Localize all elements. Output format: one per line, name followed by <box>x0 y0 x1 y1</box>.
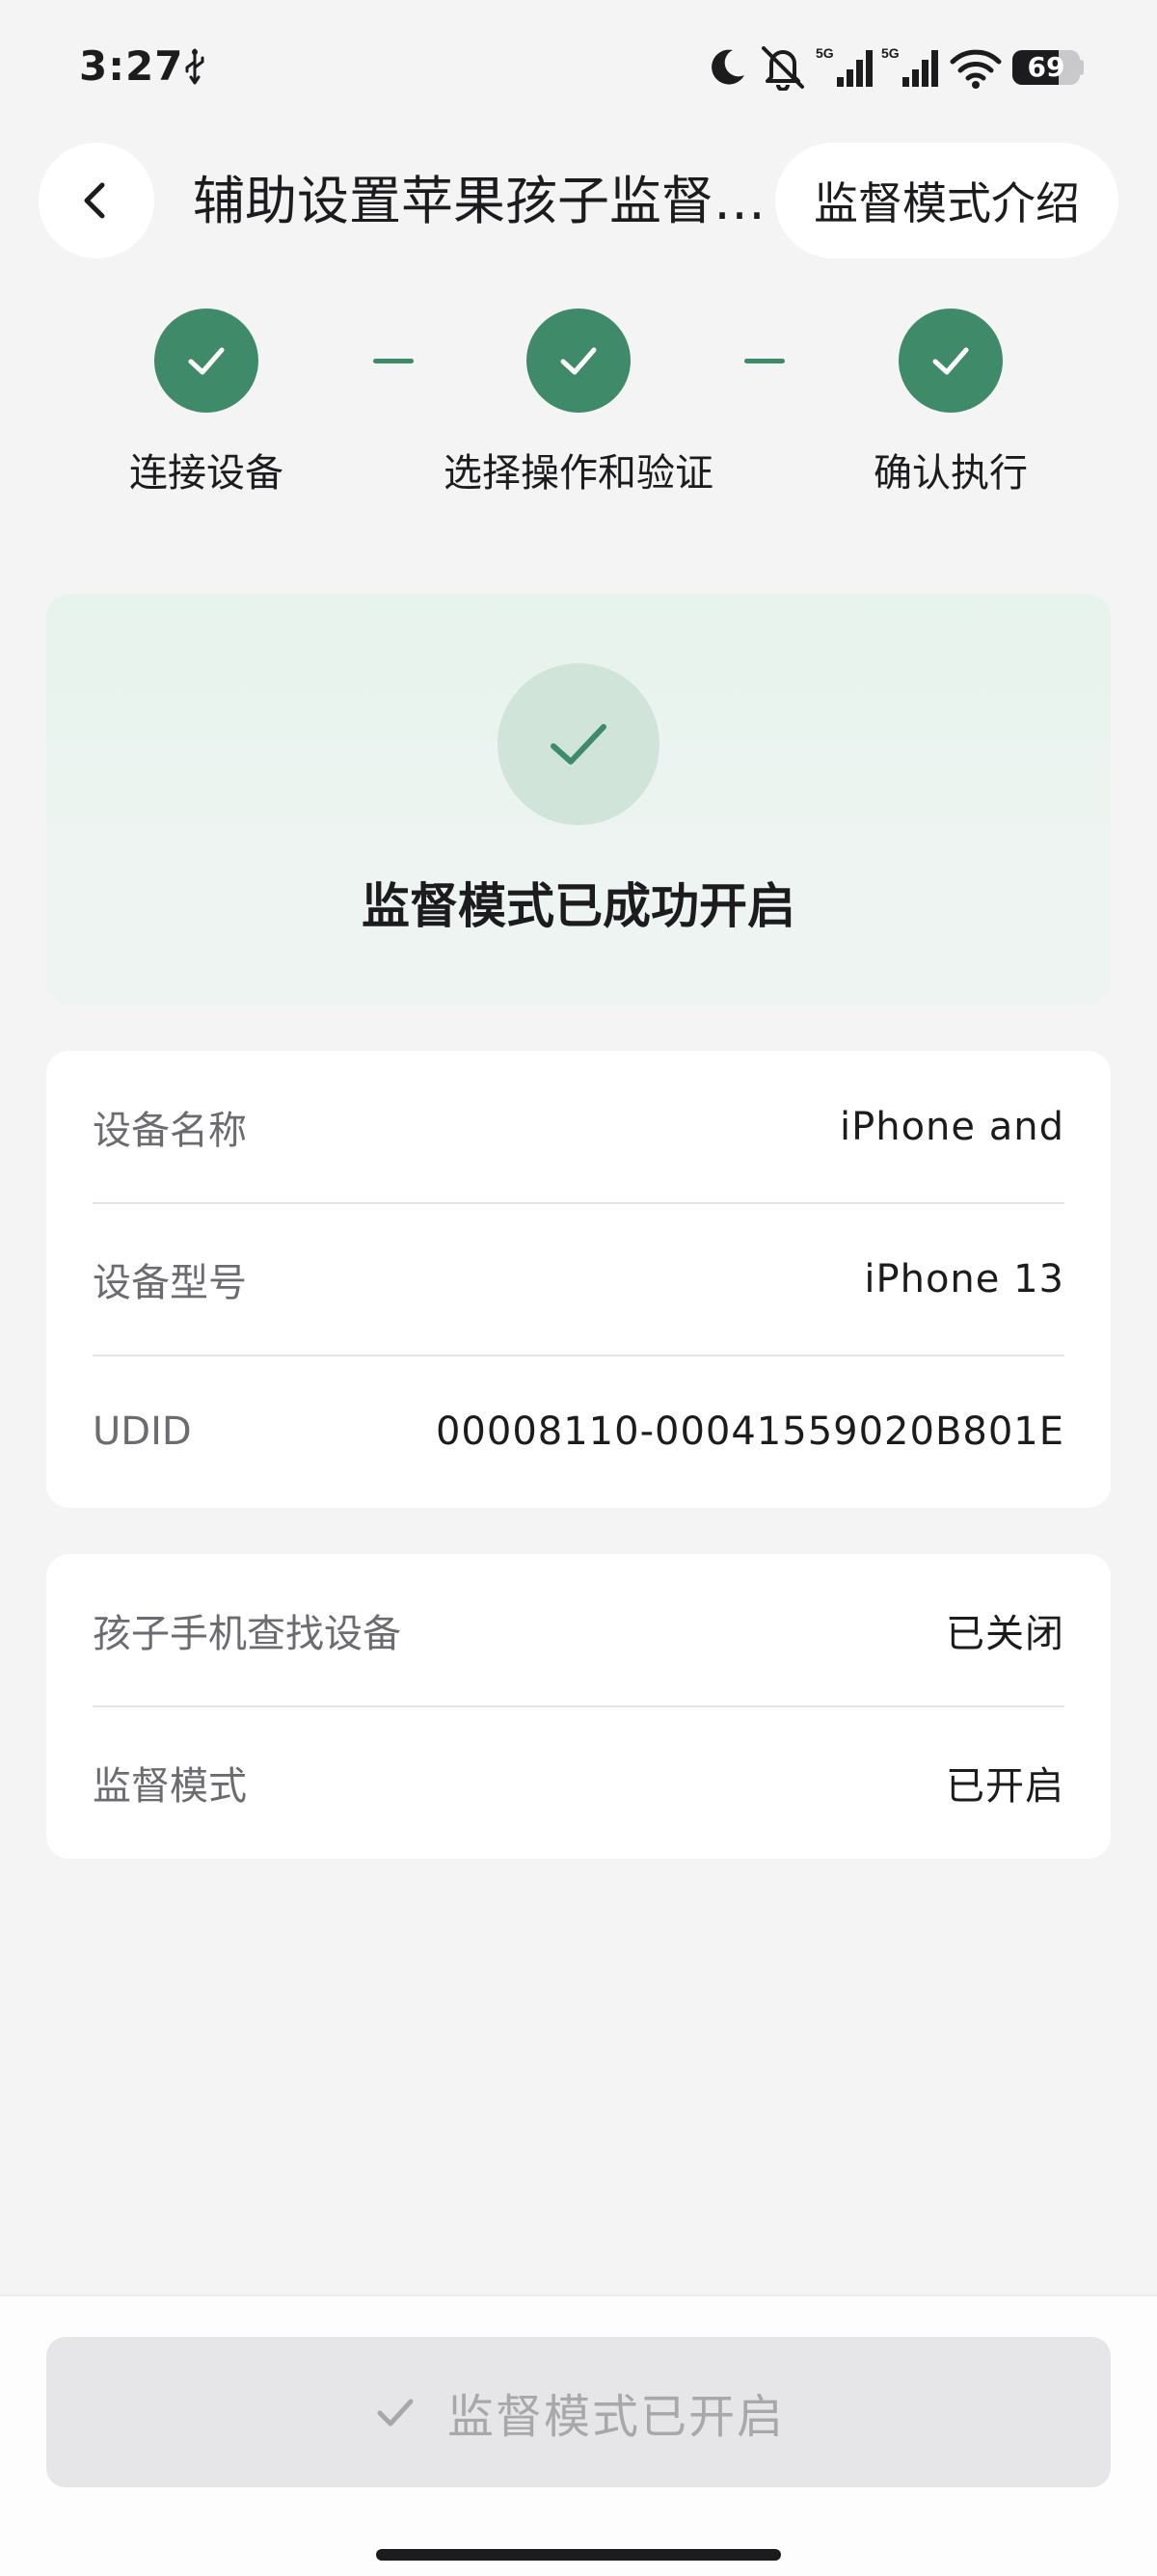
check-icon <box>932 347 969 375</box>
step-label: 选择操作和验证 <box>444 451 713 496</box>
info-value: iPhone 13 <box>864 1257 1064 1301</box>
check-icon <box>560 347 597 375</box>
moon-icon <box>712 49 744 85</box>
info-label: 设备型号 <box>93 1261 247 1305</box>
usb-icon <box>185 48 204 85</box>
back-button[interactable] <box>39 143 154 258</box>
step-select-verify: 选择操作和验证 <box>434 309 723 497</box>
step-connect-device: 连接设备 <box>62 309 351 497</box>
info-label: 监督模式 <box>93 1764 247 1809</box>
check-icon <box>377 2399 414 2427</box>
signal-badge-label: 5G <box>881 45 900 61</box>
battery-level: 69 <box>1027 51 1065 83</box>
info-label: 设备名称 <box>93 1109 247 1153</box>
signal-badge-label: 5G <box>816 45 834 61</box>
battery-tip <box>1078 60 1084 75</box>
signal-icon: 5G <box>881 45 938 87</box>
step-connector <box>744 359 785 363</box>
success-card: 监督模式已成功开启 <box>46 594 1111 1005</box>
check-icon <box>188 347 225 375</box>
step-complete-badge <box>526 309 631 413</box>
info-label: 孩子手机查找设备 <box>93 1612 401 1656</box>
chevron-left-icon <box>84 182 105 219</box>
info-row-supervision-mode: 监督模式 已开启 <box>93 1706 1064 1859</box>
device-info-card: 设备名称 iPhone and 设备型号 iPhone 13 UDID 0000… <box>46 1051 1111 1508</box>
info-label: UDID <box>93 1409 192 1454</box>
info-value: iPhone and <box>840 1105 1064 1149</box>
info-value: 已关闭 <box>946 1612 1064 1656</box>
status-time: 3:27 <box>79 42 184 90</box>
progress-stepper: 连接设备 选择操作和验证 确认执行 <box>0 309 1157 501</box>
step-complete-badge <box>154 309 258 413</box>
info-value: 已开启 <box>946 1764 1064 1809</box>
step-connector <box>373 359 414 363</box>
check-icon <box>551 724 606 765</box>
info-row-find-device: 孩子手机查找设备 已关闭 <box>93 1554 1064 1706</box>
step-label: 确认执行 <box>874 451 1028 496</box>
battery-icon: 69 <box>1012 50 1080 85</box>
supervision-intro-button[interactable]: 监督模式介绍 <box>775 143 1118 258</box>
status-info-card: 孩子手机查找设备 已关闭 监督模式 已开启 <box>46 1554 1111 1859</box>
page-title: 辅助设置苹果孩子监督模式 <box>193 171 771 231</box>
status-bar: 3:27 5G 5G 69 <box>0 0 1157 135</box>
wifi-icon <box>950 49 1002 89</box>
supervision-enabled-button[interactable]: 监督模式已开启 <box>46 2337 1111 2487</box>
step-confirm-execute: 确认执行 <box>806 309 1095 497</box>
bell-off-icon <box>762 46 804 91</box>
button-label: 监督模式已开启 <box>446 2390 785 2444</box>
step-complete-badge <box>899 309 1003 413</box>
home-indicator <box>376 2549 781 2561</box>
info-row-device-model: 设备型号 iPhone 13 <box>93 1203 1064 1355</box>
signal-icon: 5G <box>816 45 873 87</box>
info-value: 00008110-00041559020B801E <box>435 1409 1064 1454</box>
success-title: 监督模式已成功开启 <box>362 878 795 934</box>
success-badge <box>498 663 659 825</box>
info-row-device-name: 设备名称 iPhone and <box>93 1051 1064 1203</box>
step-label: 连接设备 <box>129 451 283 496</box>
bottom-action-bar: 监督模式已开启 <box>0 2294 1157 2576</box>
info-row-udid: UDID 00008110-00041559020B801E <box>93 1355 1064 1508</box>
